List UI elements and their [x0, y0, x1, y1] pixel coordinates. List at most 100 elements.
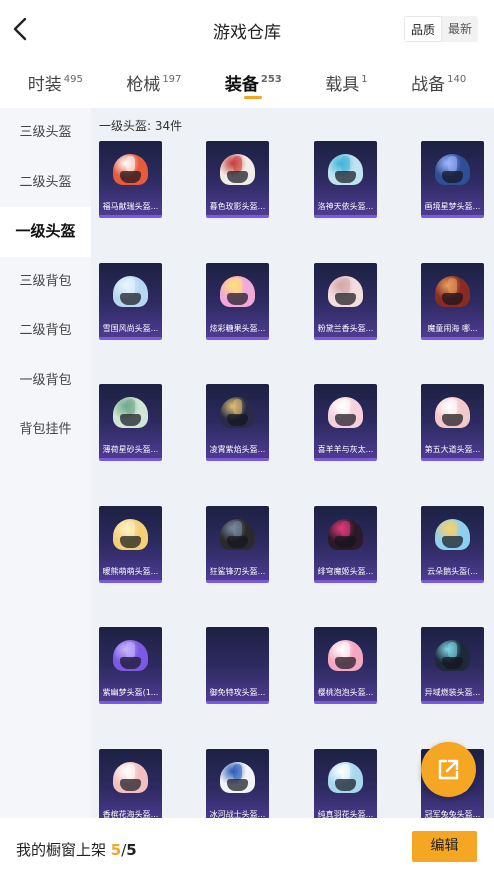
helmet-card[interactable]: 画境星梦头盔... — [421, 141, 484, 218]
showcase-label-text: 我的橱窗上架 — [16, 841, 107, 859]
helmet-card[interactable]: 绯穹魔姬头盔... — [314, 505, 377, 583]
helmet-image — [328, 761, 363, 795]
tab-3[interactable]: 载具 1 — [325, 58, 367, 108]
helmet-image — [328, 154, 363, 187]
helmet-image — [435, 397, 470, 430]
helmet-card[interactable]: 炫彩糖果头盔... — [206, 262, 269, 340]
helmet-name: 御免特攻头盔... — [209, 688, 266, 697]
sidebar-item-0[interactable]: 三级头盔 — [0, 108, 91, 158]
helmet-card[interactable]: 粉黛兰香头盔... — [314, 262, 377, 340]
helmet-name: 第五大道头盔... — [424, 445, 481, 454]
helmet-image — [220, 397, 255, 430]
helmet-card[interactable]: 香槟花海头盔... — [99, 748, 162, 819]
tab-0[interactable]: 时装 495 — [28, 58, 83, 108]
helmet-card[interactable]: 樱桃泡泡头盔... — [314, 627, 377, 704]
helmet-name: 樱桃泡泡头盔... — [317, 688, 374, 697]
tab-active-indicator — [244, 96, 263, 99]
sidebar-item-1[interactable]: 二级头盔 — [0, 158, 91, 208]
helmet-card[interactable]: 薄荷星砂头盔... — [99, 384, 162, 461]
tab-label: 装备 — [224, 75, 259, 95]
tab-count: 253 — [260, 74, 282, 85]
helmet-image — [220, 518, 255, 552]
helmet-card[interactable]: 冰河战士头盔... — [206, 748, 269, 818]
helmet-name: 凌霄紫焰头盔... — [209, 445, 266, 454]
helmet-name: 狂鲨锋刃头盔... — [209, 566, 266, 576]
sidebar-item-2[interactable]: 一级头盔 — [0, 207, 91, 257]
helmet-name: 冠军兔兔头盔... — [424, 809, 481, 819]
helmet-name: 福马献瑞头盔... — [102, 202, 159, 211]
helmet-image — [113, 154, 148, 187]
helmet-name: 异域燃装头盔... — [424, 688, 481, 697]
tab-label: 战备 — [411, 75, 446, 95]
sort-option-quality[interactable]: 品质 — [404, 16, 442, 42]
helmet-card[interactable]: 洛神天依头盔... — [314, 141, 377, 218]
helmet-card[interactable]: 喜羊羊与灰太... — [314, 384, 377, 461]
helmet-name: 纯真羽花头盔... — [317, 809, 374, 819]
helmet-name: 喜羊羊与灰太... — [317, 445, 374, 454]
helmet-name: 薄荷星砂头盔... — [102, 445, 159, 454]
tab-count: 140 — [447, 74, 467, 85]
edit-button[interactable]: 编辑 — [412, 831, 477, 862]
helmet-name: 洛神天依头盔... — [317, 202, 374, 211]
helmet-name: 云朵鹅头盔(... — [427, 566, 478, 576]
sidebar-item-4[interactable]: 二级背包 — [0, 306, 91, 356]
helmet-image — [435, 275, 470, 309]
helmet-card[interactable]: 魔童闹海 哪... — [421, 262, 484, 340]
tab-4[interactable]: 战备 140 — [411, 58, 466, 108]
top-header: 游戏仓库 品质 最新 — [0, 0, 494, 58]
helmet-name: 香槟花海头盔... — [102, 809, 159, 819]
helmet-name: 暮色玫影头盔... — [209, 202, 266, 211]
helmet-name: 暖熊萌萌头盔... — [102, 566, 159, 576]
helmet-image — [328, 640, 363, 673]
helmet-name: 画境星梦头盔... — [424, 202, 481, 211]
tab-count: 495 — [63, 74, 83, 85]
tab-count: 197 — [162, 74, 182, 85]
showcase-count-current: 5 — [110, 841, 122, 859]
helmet-card[interactable]: 第五大道头盔... — [421, 384, 484, 461]
tab-label: 枪械 — [126, 75, 161, 95]
sidebar-item-6[interactable]: 背包挂件 — [0, 405, 91, 455]
share-external-icon — [438, 759, 459, 780]
helmet-image — [328, 397, 363, 430]
tab-label: 载具 — [325, 75, 360, 95]
helmet-image — [113, 397, 148, 430]
helmet-card[interactable]: 紫幽梦头盔(1... — [99, 627, 162, 704]
helmet-card[interactable]: 雪国风尚头盔... — [99, 262, 162, 340]
helmet-card[interactable]: 纯真羽花头盔... — [314, 748, 377, 819]
helmet-card[interactable]: 福马献瑞头盔... — [99, 141, 162, 218]
share-fab-button[interactable] — [421, 742, 476, 797]
helmet-image — [220, 154, 255, 187]
item-grid-area: 一级头盔: 34件 福马献瑞头盔... 暮色玫影头盔... 洛神天依头盔... 画境星… — [91, 108, 494, 818]
helmet-image — [113, 761, 148, 795]
sort-option-latest[interactable]: 最新 — [442, 16, 478, 42]
showcase-label: 我的橱窗上架 5/5 — [16, 839, 137, 860]
sidebar: 三级头盔 二级头盔 一级头盔 三级背包 二级背包 一级背包 背包挂件 — [0, 108, 91, 818]
helmet-image — [113, 275, 148, 309]
helmet-card[interactable]: 狂鲨锋刃头盔... — [206, 505, 269, 583]
helmet-image — [435, 518, 470, 552]
sidebar-item-3[interactable]: 三级背包 — [0, 257, 91, 307]
helmet-card[interactable]: 云朵鹅头盔(... — [421, 505, 484, 583]
bottom-bar: 我的橱窗上架 5/5 编辑 — [0, 818, 494, 875]
helmet-name: 炫彩糖果头盔... — [209, 323, 266, 333]
showcase-count-total: 5 — [126, 841, 137, 859]
helmet-image — [220, 275, 255, 309]
helmet-card[interactable]: 异域燃装头盔... — [421, 627, 484, 704]
helmet-image — [435, 640, 470, 673]
helmet-image — [328, 275, 363, 309]
helmet-image — [328, 518, 363, 552]
helmet-card[interactable]: 暮色玫影头盔... — [206, 141, 269, 218]
helmet-name: 魔童闹海 哪... — [427, 323, 478, 333]
showcase-count: 5/5 — [111, 841, 137, 859]
tab-2[interactable]: 装备 253 — [225, 58, 282, 108]
helmet-image — [113, 518, 148, 552]
tab-1[interactable]: 枪械 197 — [126, 58, 181, 108]
sidebar-item-5[interactable]: 一级背包 — [0, 356, 91, 406]
helmet-card[interactable]: 御免特攻头盔... — [206, 627, 269, 704]
tab-label: 时装 — [27, 75, 62, 95]
helmet-card[interactable]: 凌霄紫焰头盔... — [206, 384, 269, 461]
sort-toggle[interactable]: 品质 最新 — [404, 16, 478, 42]
category-tabs: 时装 495 枪械 197 装备 253 载具 1 战备 140 — [0, 58, 494, 108]
helmet-card[interactable]: 暖熊萌萌头盔... — [99, 505, 162, 583]
helmet-image — [113, 640, 148, 673]
